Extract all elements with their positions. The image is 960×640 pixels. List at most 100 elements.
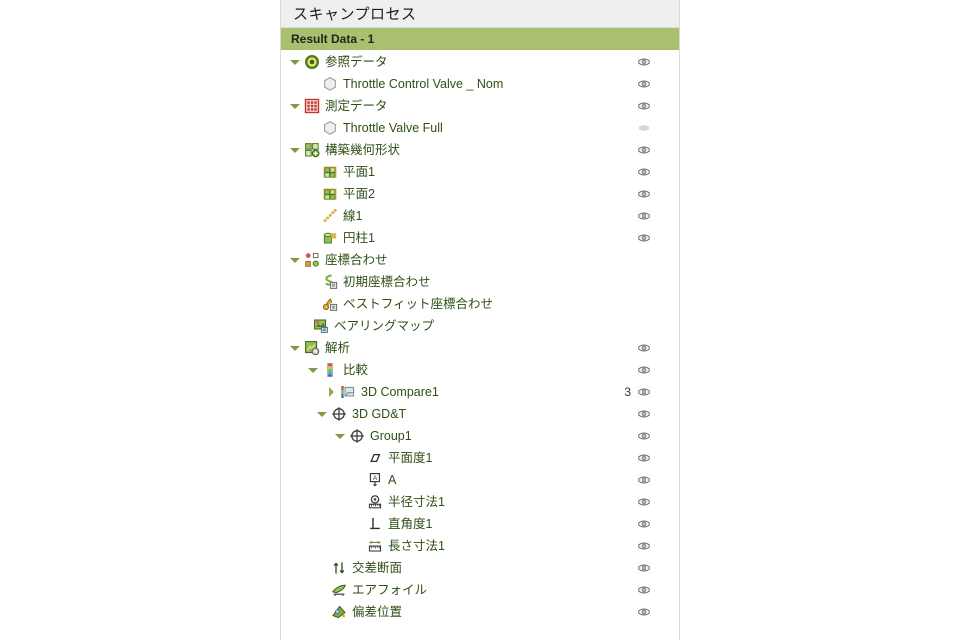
tree-row-label: A [388, 473, 397, 487]
tree-row-label: 平面1 [343, 165, 375, 179]
tree-row[interactable]: 線1 [281, 205, 679, 227]
gdt-icon [348, 427, 366, 445]
tree-row[interactable]: 交差断面 [281, 557, 679, 579]
expander-collapse-icon[interactable] [287, 51, 303, 73]
expander-collapse-icon[interactable] [332, 425, 348, 447]
expander-spacer [305, 161, 321, 183]
tree-row[interactable]: Throttle Control Valve _ Nom [281, 73, 679, 95]
visibility-eye-icon[interactable] [636, 491, 652, 513]
expander-spacer [305, 293, 321, 315]
tree-row[interactable]: 構築幾何形状 [281, 139, 679, 161]
length-dimension-icon [366, 537, 384, 555]
expander-collapse-icon[interactable] [287, 139, 303, 161]
expander-collapse-icon[interactable] [314, 403, 330, 425]
line-icon [321, 207, 339, 225]
expander-collapse-icon[interactable] [287, 249, 303, 271]
panel-header: スキャンプロセス [281, 0, 679, 28]
tree-row[interactable]: 初期座標合わせ [281, 271, 679, 293]
visibility-eye-icon[interactable] [636, 425, 652, 447]
expander-spacer [296, 315, 312, 337]
alignment-icon [303, 251, 321, 269]
tree-row[interactable]: 比較 [281, 359, 679, 381]
expander-spacer [305, 117, 321, 139]
mesh-part-icon [321, 75, 339, 93]
visibility-eye-icon[interactable] [636, 535, 652, 557]
tree-row-label: 座標合わせ [325, 253, 388, 267]
visibility-eye-icon[interactable] [636, 557, 652, 579]
visibility-eye-icon[interactable] [636, 381, 652, 403]
visibility-eye-icon[interactable] [636, 447, 652, 469]
visibility-eye-icon[interactable] [636, 337, 652, 359]
tree-row[interactable]: エアフォイル [281, 579, 679, 601]
visibility-eye-icon[interactable] [636, 513, 652, 535]
tree-row[interactable]: 平面度1 [281, 447, 679, 469]
tree-row[interactable]: ベアリングマップ [281, 315, 679, 337]
tree-row[interactable]: 平面1 [281, 161, 679, 183]
tree-row[interactable]: 参照データ [281, 51, 679, 73]
result-data-bar[interactable]: Result Data - 1 [281, 28, 679, 50]
expander-collapse-icon[interactable] [287, 95, 303, 117]
visibility-eye-icon[interactable] [636, 601, 652, 623]
visibility-eye-icon[interactable] [636, 95, 652, 117]
expander-collapse-icon[interactable] [305, 359, 321, 381]
visibility-eye-icon[interactable] [636, 161, 652, 183]
visibility-eye-icon[interactable] [636, 73, 652, 95]
tree-row[interactable]: 円柱1 [281, 227, 679, 249]
visibility-eye-icon[interactable] [636, 227, 652, 249]
expander-spacer [305, 183, 321, 205]
visibility-eye-icon[interactable] [636, 403, 652, 425]
expander-spacer [305, 271, 321, 293]
mesh-part-icon [321, 119, 339, 137]
expander-spacer [350, 447, 366, 469]
airfoil-icon [330, 581, 348, 599]
constructed-geometry-icon [303, 141, 321, 159]
visibility-eye-icon[interactable] [636, 183, 652, 205]
tree-row[interactable]: Throttle Valve Full [281, 117, 679, 139]
visibility-eye-icon[interactable] [636, 205, 652, 227]
tree-row[interactable]: 直角度1 [281, 513, 679, 535]
tree-row[interactable]: 3D GD&T [281, 403, 679, 425]
reference-data-icon [303, 53, 321, 71]
visibility-eye-icon[interactable] [636, 359, 652, 381]
tree-row-label: 直角度1 [388, 517, 433, 531]
tree-row-label: 初期座標合わせ [343, 275, 431, 289]
expander-collapse-icon[interactable] [287, 337, 303, 359]
tree-row[interactable]: 座標合わせ [281, 249, 679, 271]
visibility-eye-icon[interactable] [636, 579, 652, 601]
expander-expand-icon[interactable] [323, 381, 339, 403]
tree-row[interactable]: ベストフィット座標合わせ [281, 293, 679, 315]
tree-row-label: Throttle Control Valve _ Nom [343, 77, 504, 91]
scan-process-tree: 参照データ Throttle Control Valve _ Nom 測定データ Th… [281, 50, 679, 623]
tree-row[interactable]: AA [281, 469, 679, 491]
expander-spacer [314, 557, 330, 579]
tree-row[interactable]: 偏差位置 [281, 601, 679, 623]
tree-row-label: 半径寸法1 [388, 495, 445, 509]
visibility-eye-icon[interactable] [636, 469, 652, 491]
tree-row-label: Throttle Valve Full [343, 121, 443, 135]
cross-section-icon [330, 559, 348, 577]
bestfit-alignment-icon [321, 295, 339, 313]
tree-row-label: ベストフィット座標合わせ [343, 297, 494, 311]
tree-row-label: 3D Compare1 [361, 385, 439, 399]
tree-row[interactable]: 解析 [281, 337, 679, 359]
visibility-off-icon[interactable] [636, 117, 652, 139]
expander-spacer [305, 205, 321, 227]
svg-text:A: A [373, 475, 378, 482]
plane-icon [321, 185, 339, 203]
tree-row[interactable]: Group1 [281, 425, 679, 447]
tree-row[interactable]: 3D Compare1 3 [281, 381, 679, 403]
bearing-map-icon [312, 317, 330, 335]
plane-icon [321, 163, 339, 181]
visibility-eye-icon[interactable] [636, 51, 652, 73]
visibility-eye-icon[interactable] [636, 139, 652, 161]
tree-row[interactable]: 長さ寸法1 [281, 535, 679, 557]
tree-row-label: エアフォイル [352, 583, 428, 597]
tree-row-label: 解析 [325, 341, 351, 355]
tree-row[interactable]: 平面2 [281, 183, 679, 205]
expander-spacer [350, 469, 366, 491]
tree-row[interactable]: 測定データ [281, 95, 679, 117]
tree-row[interactable]: 半径寸法1 [281, 491, 679, 513]
tree-row-label: 平面度1 [388, 451, 433, 465]
tree-row-label: 構築幾何形状 [325, 143, 401, 157]
tree-row-label: Group1 [370, 429, 412, 443]
